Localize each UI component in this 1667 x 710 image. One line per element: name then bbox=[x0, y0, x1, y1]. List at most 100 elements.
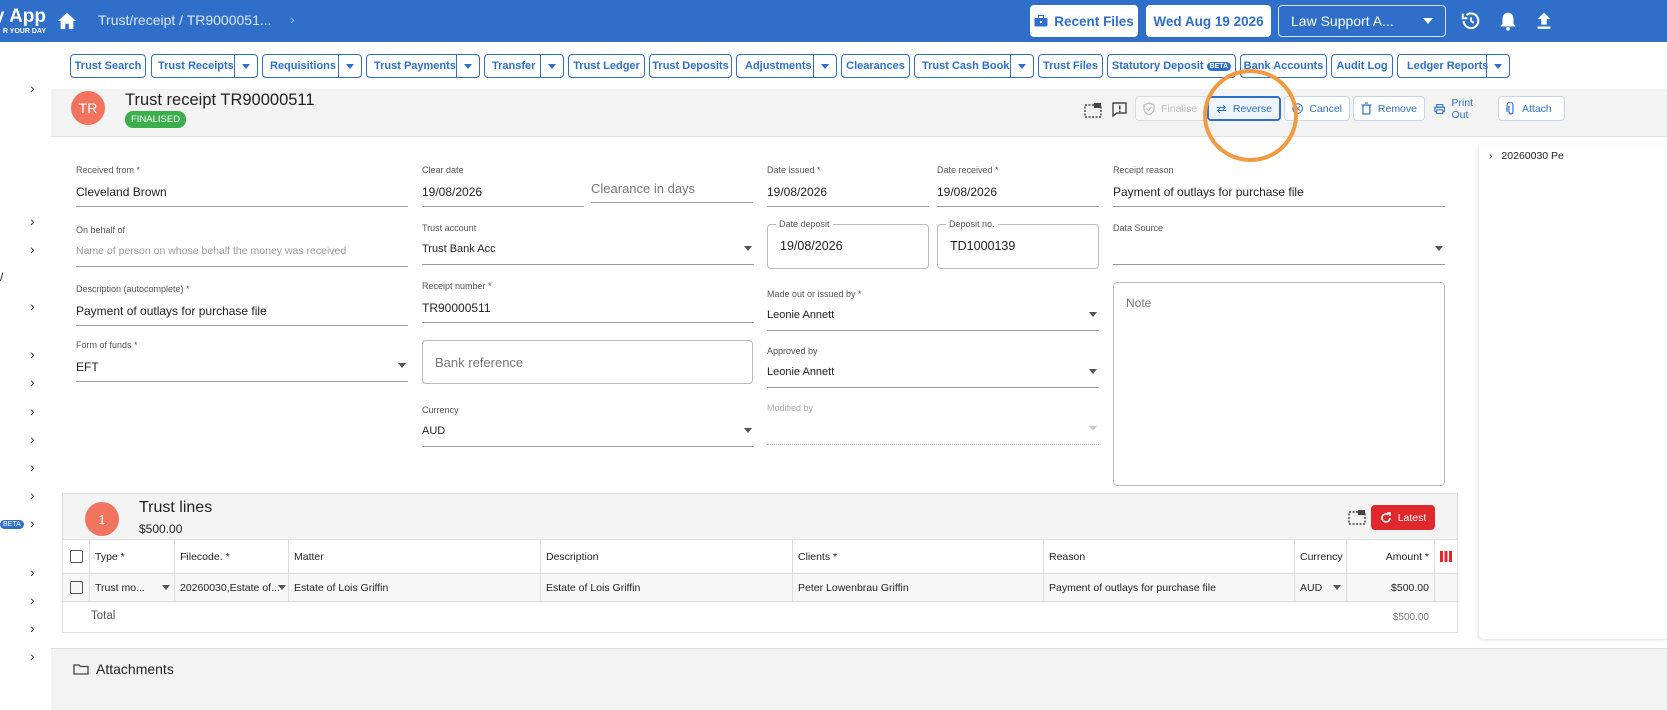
chevron-right-icon[interactable]: › bbox=[30, 431, 35, 447]
made-out-by-select[interactable]: Leonie Annett bbox=[767, 309, 1099, 331]
reason-cell[interactable]: Payment of outlays for purchase file bbox=[1044, 574, 1295, 601]
approved-by-select[interactable]: Leonie Annett bbox=[767, 366, 1099, 388]
side-panel-item[interactable]: › 20260030 Pe bbox=[1489, 150, 1564, 162]
latest-button[interactable]: Latest bbox=[1371, 505, 1435, 530]
clearance-days-input[interactable]: Clearance in days bbox=[591, 175, 753, 203]
trust-account-field[interactable]: Trust account Trust Bank Acc bbox=[422, 223, 754, 265]
chevron-down-icon[interactable] bbox=[456, 55, 479, 77]
description-input[interactable]: Payment of outlays for purchase file bbox=[76, 304, 408, 326]
chevron-down-icon[interactable] bbox=[338, 55, 361, 77]
recent-files-button[interactable]: Recent Files bbox=[1030, 5, 1138, 37]
menu-trust-cash-book[interactable]: Trust Cash Book bbox=[914, 54, 1034, 78]
date-received-input[interactable]: 19/08/2026 bbox=[937, 185, 1099, 207]
chevron-right-icon[interactable]: › bbox=[30, 592, 35, 608]
attach-button[interactable]: Attach bbox=[1498, 96, 1565, 121]
date-deposit-input[interactable]: Date deposit 19/08/2026 bbox=[767, 219, 929, 269]
column-header[interactable]: Amount * bbox=[1347, 540, 1435, 573]
chevron-right-icon[interactable]: › bbox=[30, 80, 35, 96]
date-button[interactable]: Wed Aug 19 2026 bbox=[1146, 5, 1271, 37]
chevron-right-icon[interactable]: › bbox=[30, 213, 35, 229]
form-of-funds-select[interactable]: EFT bbox=[76, 360, 408, 382]
receipt-reason-input[interactable]: Payment of outlays for purchase file bbox=[1113, 185, 1445, 207]
chevron-right-icon[interactable]: › bbox=[30, 374, 35, 390]
column-header[interactable]: Currency bbox=[1295, 540, 1347, 573]
firm-select[interactable]: Law Support A... bbox=[1278, 5, 1446, 37]
feedback-icon[interactable] bbox=[1111, 101, 1128, 118]
remove-button[interactable]: Remove bbox=[1353, 96, 1425, 121]
bell-icon[interactable] bbox=[1497, 10, 1519, 32]
layout-toggle-icon[interactable] bbox=[1348, 509, 1366, 525]
print-button[interactable]: Print Out bbox=[1427, 96, 1495, 121]
currency-select[interactable]: AUD bbox=[422, 425, 754, 447]
menu-transfer[interactable]: Transfer bbox=[484, 54, 564, 78]
chevron-right-icon[interactable]: › bbox=[30, 346, 35, 362]
filecode-cell[interactable]: 20260030,Estate of... bbox=[175, 574, 289, 601]
type-cell[interactable]: Trust mo... bbox=[90, 574, 175, 601]
matter-cell[interactable]: Estate of Lois Griffin bbox=[289, 574, 541, 601]
clients-cell[interactable]: Peter Lowenbrau Griffin bbox=[793, 574, 1044, 601]
app-logo[interactable]: y App R YOUR DAY bbox=[0, 4, 48, 38]
chevron-right-icon[interactable]: › bbox=[30, 487, 35, 503]
description-field[interactable]: Description (autocomplete) * Payment of … bbox=[76, 284, 408, 326]
chevron-right-icon[interactable]: › bbox=[30, 241, 35, 257]
bank-reference-input[interactable]: Bank reference bbox=[422, 340, 753, 384]
table-row[interactable]: Trust mo... 20260030,Estate of... Estate… bbox=[63, 574, 1457, 602]
menu-trust-files[interactable]: Trust Files bbox=[1038, 54, 1103, 78]
date-issued-input[interactable]: 19/08/2026 bbox=[767, 185, 929, 207]
history-icon[interactable] bbox=[1460, 10, 1482, 32]
receipt-number-input[interactable]: TR90000511 bbox=[422, 301, 754, 323]
chevron-right-icon[interactable]: › bbox=[30, 648, 35, 664]
menu-adjustments[interactable]: Adjustments bbox=[736, 54, 837, 78]
menu-trust-search[interactable]: Trust Search bbox=[70, 54, 146, 78]
amount-cell[interactable]: $500.00 bbox=[1347, 574, 1435, 601]
upload-icon[interactable] bbox=[1533, 10, 1555, 32]
menu-trust-payments[interactable]: Trust Payments bbox=[366, 54, 480, 78]
chevron-right-icon[interactable]: › bbox=[30, 620, 35, 636]
chevron-down-icon[interactable] bbox=[813, 55, 836, 77]
received-from-input[interactable]: Cleveland Brown bbox=[76, 185, 408, 207]
made-out-by-field[interactable]: Made out or issued by * Leonie Annett bbox=[767, 289, 1099, 331]
received-from-field[interactable]: Received from * Cleveland Brown bbox=[76, 165, 408, 207]
breadcrumb[interactable]: Trust/receipt / TR9000051... bbox=[98, 12, 272, 28]
menu-trust-receipts[interactable]: Trust Receipts bbox=[151, 54, 258, 78]
on-behalf-of-input[interactable]: Name of person on whose behalf the money… bbox=[76, 245, 408, 267]
column-header[interactable]: Description bbox=[541, 540, 793, 573]
column-header[interactable]: Clients * bbox=[793, 540, 1044, 573]
menu-audit-log[interactable]: Audit Log bbox=[1331, 54, 1393, 78]
data-source-field[interactable]: Data Source bbox=[1113, 223, 1445, 265]
menu-clearances[interactable]: Clearances bbox=[841, 54, 910, 78]
menu-requisitions[interactable]: Requisitions bbox=[262, 54, 362, 78]
currency-field[interactable]: Currency AUD bbox=[422, 405, 754, 447]
home-icon[interactable] bbox=[56, 11, 78, 31]
date-issued-field[interactable]: Date issued * 19/08/2026 bbox=[767, 165, 929, 207]
column-header[interactable]: Type * bbox=[90, 540, 175, 573]
chevron-down-icon[interactable] bbox=[234, 55, 257, 77]
finalise-button[interactable]: Finalise bbox=[1135, 96, 1207, 121]
note-textarea[interactable]: Note bbox=[1113, 282, 1445, 486]
data-source-select[interactable] bbox=[1113, 243, 1445, 265]
column-header[interactable]: Matter bbox=[289, 540, 541, 573]
menu-trust-ledger[interactable]: Trust Ledger bbox=[568, 54, 645, 78]
deposit-no-input[interactable]: Deposit no. TD1000139 bbox=[937, 219, 1099, 269]
trust-account-select[interactable]: Trust Bank Acc bbox=[422, 243, 754, 265]
select-all-checkbox[interactable] bbox=[69, 550, 83, 563]
chevron-right-icon[interactable]: › bbox=[30, 515, 35, 531]
chevron-right-icon[interactable]: › bbox=[30, 403, 35, 419]
currency-cell[interactable]: AUD bbox=[1295, 574, 1347, 601]
layout-toggle-icon[interactable] bbox=[1084, 102, 1102, 118]
menu-statutory-deposit[interactable]: Statutory Deposit BETA bbox=[1107, 54, 1236, 78]
attachments-title[interactable]: Attachments bbox=[96, 661, 174, 677]
clearance-days-field[interactable]: Clearance in days bbox=[591, 175, 753, 203]
row-checkbox[interactable] bbox=[69, 581, 83, 594]
menu-ledger-reports[interactable]: Ledger Reports bbox=[1397, 54, 1510, 78]
columns-chooser[interactable] bbox=[1435, 540, 1457, 573]
chevron-down-icon[interactable] bbox=[1010, 55, 1033, 77]
column-header[interactable]: Reason bbox=[1044, 540, 1295, 573]
receipt-number-field[interactable]: Receipt number * TR90000511 bbox=[422, 281, 754, 323]
approved-by-field[interactable]: Approved by Leonie Annett bbox=[767, 346, 1099, 388]
chevron-down-icon[interactable] bbox=[1486, 55, 1509, 77]
on-behalf-of-field[interactable]: On behalf of Name of person on whose beh… bbox=[76, 225, 408, 267]
chevron-down-icon[interactable] bbox=[540, 55, 563, 77]
chevron-right-icon[interactable]: › bbox=[30, 564, 35, 580]
clear-date-field[interactable]: Clear date 19/08/2026 bbox=[422, 165, 584, 207]
